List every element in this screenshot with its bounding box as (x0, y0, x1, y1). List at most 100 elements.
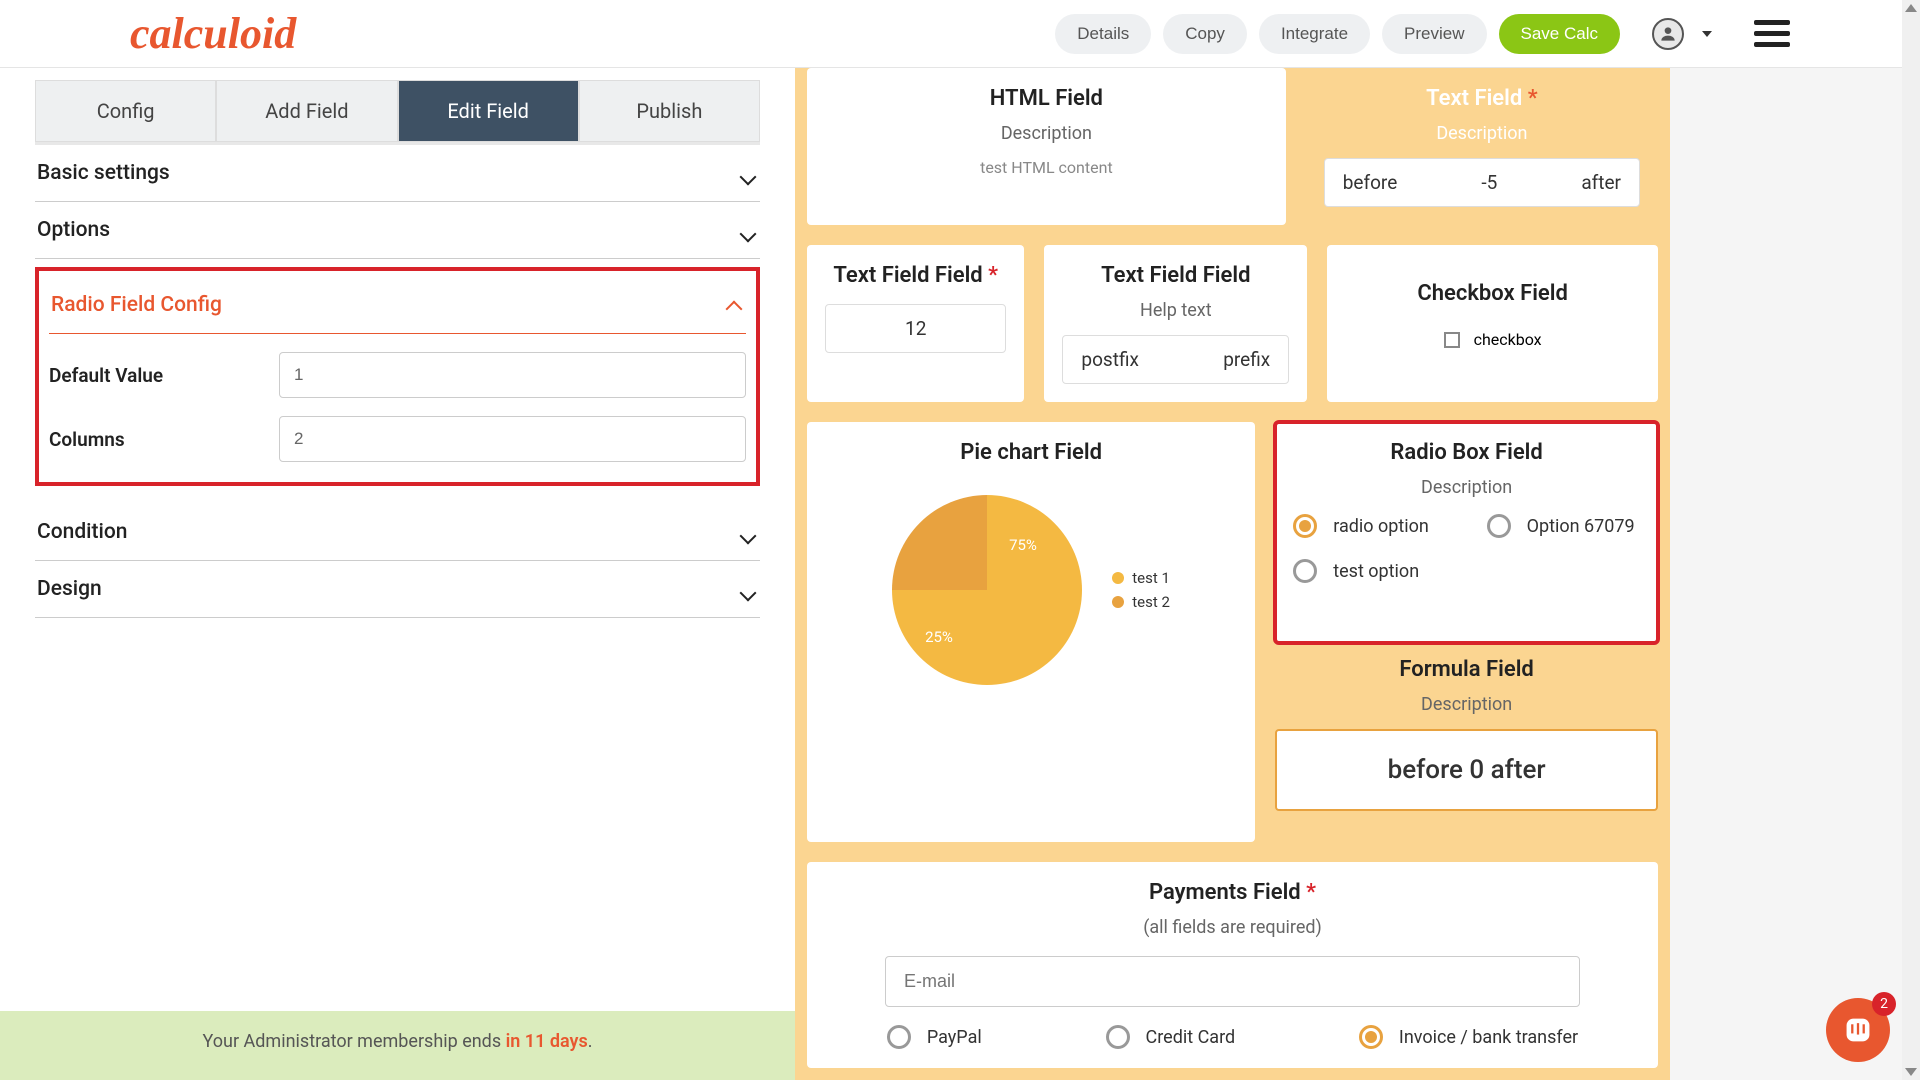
radio-unchecked-icon[interactable] (1106, 1025, 1130, 1049)
card-desc: Description (1293, 477, 1640, 498)
card-help: Help text (1062, 300, 1289, 321)
user-avatar[interactable] (1652, 18, 1684, 50)
scroll-up-icon[interactable] (1905, 4, 1917, 12)
radio-checked-icon[interactable] (1359, 1025, 1383, 1049)
user-menu-caret[interactable] (1702, 31, 1712, 37)
left-panel: Config Add Field Edit Field Publish Basi… (0, 68, 795, 1080)
postfix-label: postfix (1081, 348, 1138, 371)
value-box[interactable]: 12 (825, 304, 1006, 353)
value: -5 (1481, 171, 1497, 194)
section-label: Design (37, 577, 102, 601)
radio-unchecked-icon[interactable] (887, 1025, 911, 1049)
chevron-down-icon (742, 222, 758, 238)
card-payments-field[interactable]: Payments Field * (all fields are require… (807, 862, 1658, 1068)
scrollbar[interactable] (1902, 0, 1920, 1080)
card-text-field-field-required[interactable]: Text Field Field * 12 (807, 245, 1024, 402)
chevron-down-icon (742, 165, 758, 181)
section-basic-settings[interactable]: Basic settings (35, 145, 760, 202)
card-text-field-help[interactable]: Text Field Field Help text postfix prefi… (1044, 245, 1307, 402)
tab-publish[interactable]: Publish (579, 80, 760, 142)
row-columns: Columns (49, 416, 746, 462)
details-button[interactable]: Details (1055, 14, 1151, 54)
footer-suffix: . (588, 1031, 593, 1052)
chevron-up-icon (728, 297, 744, 313)
checkbox-label: checkbox (1474, 330, 1542, 349)
radio-option[interactable]: Option 67079 (1487, 514, 1640, 539)
radio-unchecked-icon[interactable] (1487, 514, 1511, 538)
tab-add-field[interactable]: Add Field (216, 80, 397, 142)
integrate-button[interactable]: Integrate (1259, 14, 1370, 54)
footer-days: in 11 days (506, 1031, 588, 1052)
tab-edit-field[interactable]: Edit Field (398, 80, 579, 142)
prefix-label: prefix (1223, 348, 1270, 371)
card-desc: Description (1324, 123, 1640, 144)
radio-option[interactable]: test option (1293, 559, 1446, 584)
preview-button[interactable]: Preview (1382, 14, 1486, 54)
tab-config[interactable]: Config (35, 80, 216, 142)
pie-legend: test 1 test 2 (1112, 569, 1170, 611)
pay-option-paypal[interactable]: PayPal (887, 1025, 982, 1050)
section-label: Options (37, 218, 110, 242)
legend-item: test 2 (1112, 593, 1170, 611)
logo[interactable]: calculoid (130, 8, 296, 59)
pie-chart: 25% 75% (892, 495, 1082, 685)
footer-prefix: Your Administrator membership ends (203, 1031, 506, 1052)
value-box: postfix prefix (1062, 335, 1289, 384)
legend-item: test 1 (1112, 569, 1170, 587)
card-pie-chart[interactable]: Pie chart Field 25% 75% test 1 (807, 422, 1255, 842)
intercom-launcher[interactable]: 2 (1826, 998, 1890, 1062)
section-label: Condition (37, 520, 127, 544)
radio-option[interactable]: radio option (1293, 514, 1446, 539)
chevron-down-icon (742, 524, 758, 540)
chat-badge: 2 (1872, 992, 1896, 1016)
card-title: Payments Field * (825, 880, 1640, 905)
radio-label: Option 67079 (1527, 514, 1635, 539)
card-title: Text Field Field * (825, 263, 1006, 288)
card-title: Formula Field (1275, 657, 1658, 682)
header-actions: Details Copy Integrate Preview Save Calc (1055, 14, 1790, 54)
card-title: Text Field Field (1062, 263, 1289, 288)
checkbox-row[interactable]: checkbox (1345, 330, 1640, 349)
app-header: calculoid Details Copy Integrate Preview… (0, 0, 1920, 68)
input-default-value[interactable] (279, 352, 746, 398)
chevron-down-icon (742, 581, 758, 597)
row-default-value: Default Value (49, 352, 746, 398)
section-design[interactable]: Design (35, 561, 760, 618)
card-desc: Description (825, 123, 1268, 144)
section-options[interactable]: Options (35, 202, 760, 259)
label-columns: Columns (49, 428, 259, 451)
card-title: Checkbox Field (1345, 281, 1640, 306)
pay-option-credit[interactable]: Credit Card (1106, 1025, 1236, 1050)
checkbox-icon[interactable] (1444, 332, 1460, 348)
radio-label: radio option (1333, 514, 1429, 539)
pie-slice-label: 75% (1009, 536, 1037, 554)
value-box: before -5 after (1324, 158, 1640, 207)
panel-tabs: Config Add Field Edit Field Publish (35, 80, 760, 145)
prefix-label: before (1343, 171, 1398, 194)
save-calc-button[interactable]: Save Calc (1499, 14, 1620, 54)
section-label: Basic settings (37, 161, 170, 185)
card-text-field-top[interactable]: Text Field * Description before -5 after (1306, 68, 1658, 225)
card-radio-box-field[interactable]: Radio Box Field Description radio option… (1275, 422, 1658, 643)
copy-button[interactable]: Copy (1163, 14, 1247, 54)
legend-dot-icon (1112, 596, 1124, 608)
email-input[interactable] (885, 956, 1580, 1007)
section-radio-config[interactable]: Radio Field Config (49, 277, 746, 334)
card-formula-field[interactable]: Formula Field Description before 0 after (1275, 649, 1658, 842)
card-content: test HTML content (825, 158, 1268, 177)
suffix-label: after (1581, 171, 1621, 194)
section-condition[interactable]: Condition (35, 504, 760, 561)
radio-checked-icon[interactable] (1293, 514, 1317, 538)
formula-output: before 0 after (1275, 729, 1658, 811)
input-columns[interactable] (279, 416, 746, 462)
card-desc: Description (1275, 694, 1658, 715)
pay-option-invoice[interactable]: Invoice / bank transfer (1359, 1025, 1578, 1050)
pie-slice-label: 25% (925, 628, 953, 646)
card-html-field[interactable]: HTML Field Description test HTML content (807, 68, 1286, 225)
card-title: Text Field * (1324, 86, 1640, 111)
scroll-down-icon[interactable] (1905, 1068, 1917, 1076)
menu-icon[interactable] (1754, 20, 1790, 47)
card-title: HTML Field (825, 86, 1268, 111)
card-checkbox-field[interactable]: Checkbox Field checkbox (1327, 245, 1658, 402)
radio-unchecked-icon[interactable] (1293, 559, 1317, 583)
